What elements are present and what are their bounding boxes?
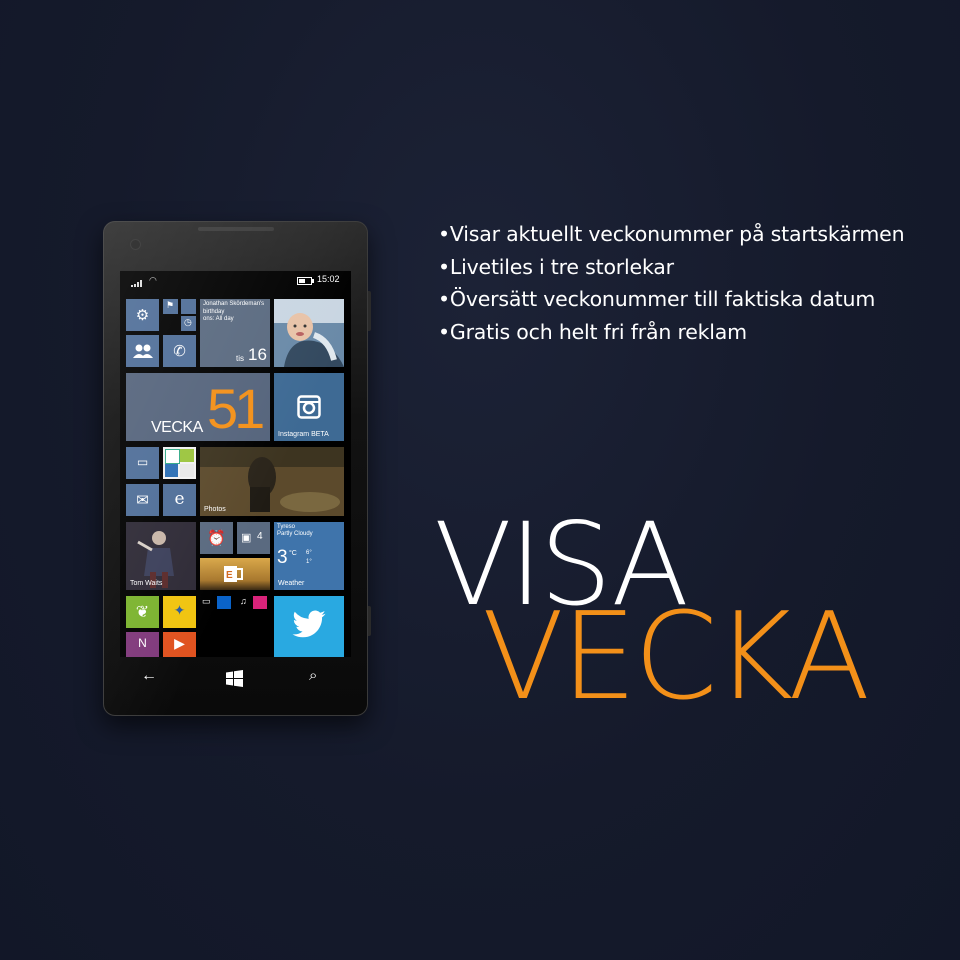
instagram-icon <box>297 395 321 419</box>
ie-tile[interactable]: e <box>163 484 196 516</box>
status-time: 15:02 <box>317 274 340 284</box>
feature-list: •Visar aktuellt veckonummer på startskär… <box>438 218 905 348</box>
photos-tile-label: Photos <box>204 506 226 513</box>
vecka-tile[interactable]: VECKA 51 <box>126 373 270 441</box>
twitter-icon <box>292 610 326 638</box>
evernote-tile[interactable]: ❦ <box>126 596 159 628</box>
music-tile-label: Tom Waits <box>130 580 163 587</box>
calendar-tile[interactable]: Jonathan Skördeman's birthday ons: All d… <box>200 299 270 367</box>
weather-location: Tyreso <box>277 524 296 530</box>
back-icon[interactable]: ← <box>141 667 157 685</box>
people-icon <box>133 344 153 358</box>
instagram-tile-label: Instagram BETA <box>278 431 329 438</box>
feature-item: •Gratis och helt fri från reklam <box>438 319 747 344</box>
weather-high: 6° <box>306 550 312 556</box>
office-tile[interactable]: E <box>200 558 270 590</box>
twitter-tile[interactable] <box>274 596 344 657</box>
phone-nav-bar: ← ⌕ <box>103 657 368 697</box>
alarms-tile[interactable]: ⏰ <box>200 522 233 554</box>
small-icons-row: ▭ ♫ <box>200 594 270 657</box>
instagram-tile[interactable]: Instagram BETA <box>274 373 344 441</box>
photos-tile[interactable]: Photos <box>200 447 344 516</box>
status-bar: ◠ 15:02 <box>120 271 351 291</box>
people-tile[interactable] <box>126 335 159 367</box>
weather-low: 1° <box>306 559 312 565</box>
calendar-date: 16 <box>248 345 267 364</box>
signal-icon <box>131 277 143 287</box>
title-vecka: VECKA <box>482 588 870 727</box>
messaging-icon: ▭ <box>136 455 149 469</box>
vecka-tile-label: VECKA <box>151 419 203 436</box>
feature-item: •Översätt veckonummer till faktiska datu… <box>438 287 876 311</box>
vecka-tile-number: 51 <box>207 377 265 440</box>
windows-icon[interactable] <box>226 670 243 687</box>
weather-temp: 3 <box>277 547 288 568</box>
music-tile[interactable]: Tom Waits <box>126 522 196 590</box>
people-photo-tile[interactable] <box>274 299 344 367</box>
store-count: 4 <box>257 531 263 542</box>
store-tile[interactable]: ▣ 4 <box>237 522 270 554</box>
messaging-tile[interactable]: ▭ <box>126 447 159 479</box>
transit-icon: ⚑ <box>166 300 175 310</box>
ie-icon: e <box>174 489 185 509</box>
weather-condition: Partly Cloudy <box>277 531 313 537</box>
onenote-icon: N <box>138 636 147 650</box>
phone-screen: ◠ 15:02 ⚙ ⚑ ◷ ✆ Jonathan Skördeman's bir… <box>120 271 351 657</box>
evernote-icon: ❦ <box>135 604 150 621</box>
earpiece-speaker <box>198 227 274 231</box>
messenger-tile[interactable]: ✦ <box>163 596 196 628</box>
settings-icon: ⚙ <box>135 307 150 324</box>
alarm-icon: ⏰ <box>207 530 226 547</box>
camera-button <box>368 606 371 636</box>
calendar-day: tis <box>236 354 244 363</box>
weather-tile[interactable]: Tyreso Partly Cloudy 3 °C 6° 1° Weather <box>274 522 344 590</box>
phone-mockup: ◠ 15:02 ⚙ ⚑ ◷ ✆ Jonathan Skördeman's bir… <box>103 221 371 716</box>
weather-tile-label: Weather <box>278 580 305 587</box>
messenger-icon: ✦ <box>173 602 186 618</box>
phone-tile[interactable]: ✆ <box>163 335 196 367</box>
transit-tile[interactable]: ⚑ ◷ <box>163 299 196 331</box>
baby-photo <box>274 299 344 367</box>
onenote-tile[interactable]: N <box>126 632 159 657</box>
video-tile[interactable]: ▶ <box>163 632 196 657</box>
chat-icon: ▭ <box>202 596 211 606</box>
feature-item: •Visar aktuellt veckonummer på startskär… <box>438 222 905 246</box>
search-icon[interactable]: ⌕ <box>309 667 317 684</box>
calendar-event-when: ons: All day <box>203 316 234 322</box>
store-icon: ▣ <box>241 532 252 544</box>
mail-icon: ✉ <box>136 492 149 509</box>
settings-tile[interactable]: ⚙ <box>126 299 159 331</box>
office-icon: E <box>224 566 243 582</box>
outlook-icon[interactable] <box>217 596 231 609</box>
weather-unit: °C <box>289 550 297 557</box>
wifi-icon: ◠ <box>149 275 157 285</box>
front-camera <box>130 239 141 250</box>
phone-icon: ✆ <box>173 343 186 360</box>
app-pink-icon[interactable] <box>253 596 267 609</box>
app-folder-tile[interactable] <box>163 447 196 479</box>
headphones-icon: ♫ <box>240 596 247 606</box>
volume-button <box>368 291 371 331</box>
calendar-event: Jonathan Skördeman's birthday <box>203 301 265 315</box>
alarm-small-icon: ◷ <box>184 317 192 327</box>
play-icon: ▶ <box>174 635 185 651</box>
battery-icon <box>297 277 314 285</box>
mail-tile[interactable]: ✉ <box>126 484 159 516</box>
feature-item: •Livetiles i tre storlekar <box>438 254 674 279</box>
svg-text:E: E <box>226 570 233 581</box>
